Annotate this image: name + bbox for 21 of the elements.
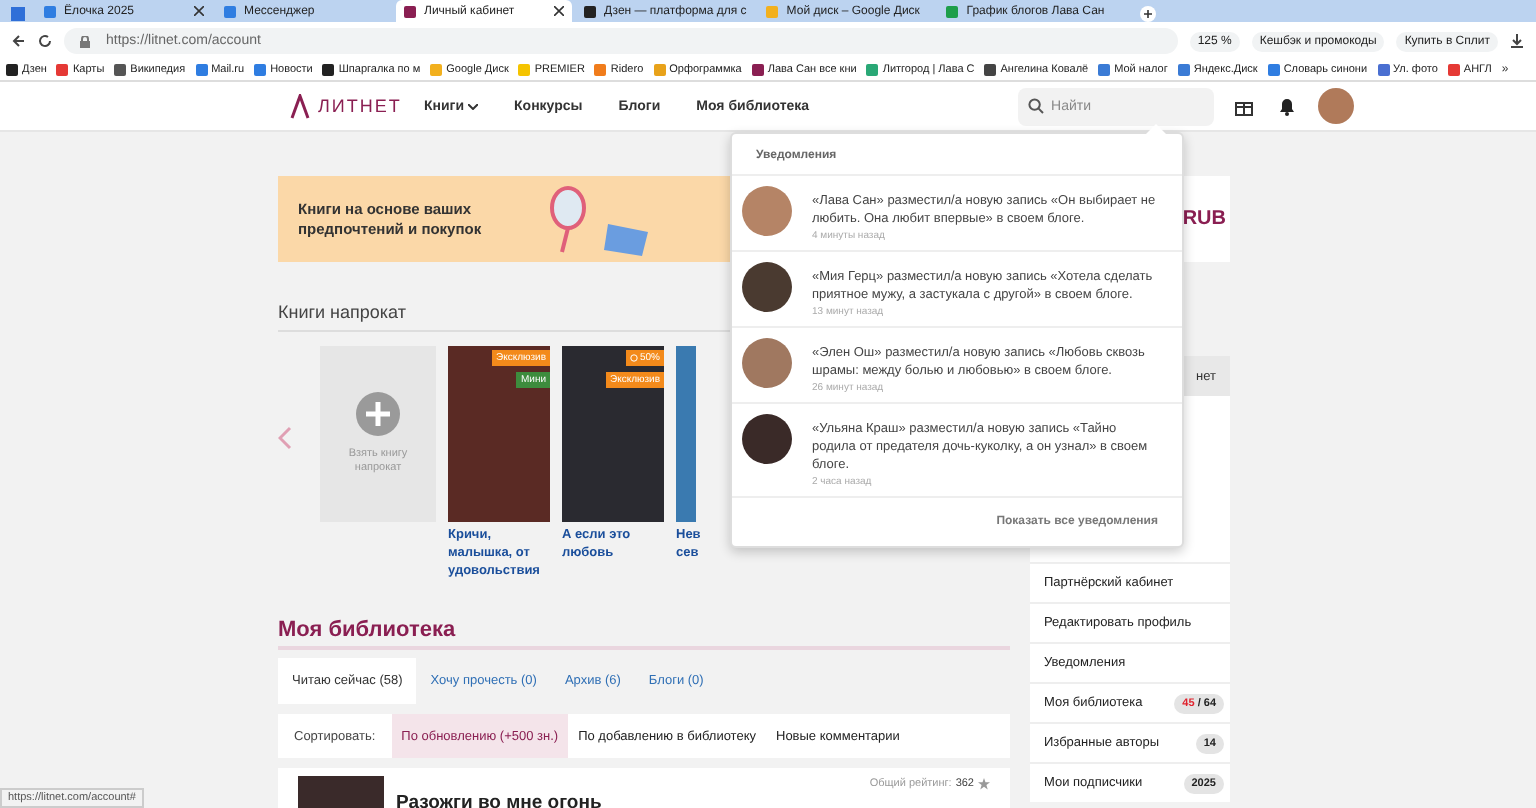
author-avatar [742,186,792,236]
close-icon[interactable] [554,6,564,16]
lock-icon [80,35,90,47]
logo-icon [290,93,310,119]
author-avatar [742,337,792,388]
currency-label: RUB [1182,208,1226,230]
search-icon [1027,98,1044,114]
star-icon [978,778,990,790]
book-title[interactable]: Разожги во мне огонь [396,792,858,808]
site-logo[interactable]: ЛИТНЕТ [318,96,402,116]
download-icon[interactable] [1510,34,1524,48]
back-icon[interactable] [12,34,26,48]
chevron-down-icon [468,103,479,109]
author-avatar [742,413,792,464]
plus-icon [356,391,400,436]
author-avatar [742,261,792,312]
section-title: Моя библиотека [278,618,1010,650]
user-avatar[interactable] [1317,88,1354,124]
clock-icon [629,354,638,362]
close-icon[interactable] [194,6,204,16]
reload-icon[interactable] [38,34,52,48]
